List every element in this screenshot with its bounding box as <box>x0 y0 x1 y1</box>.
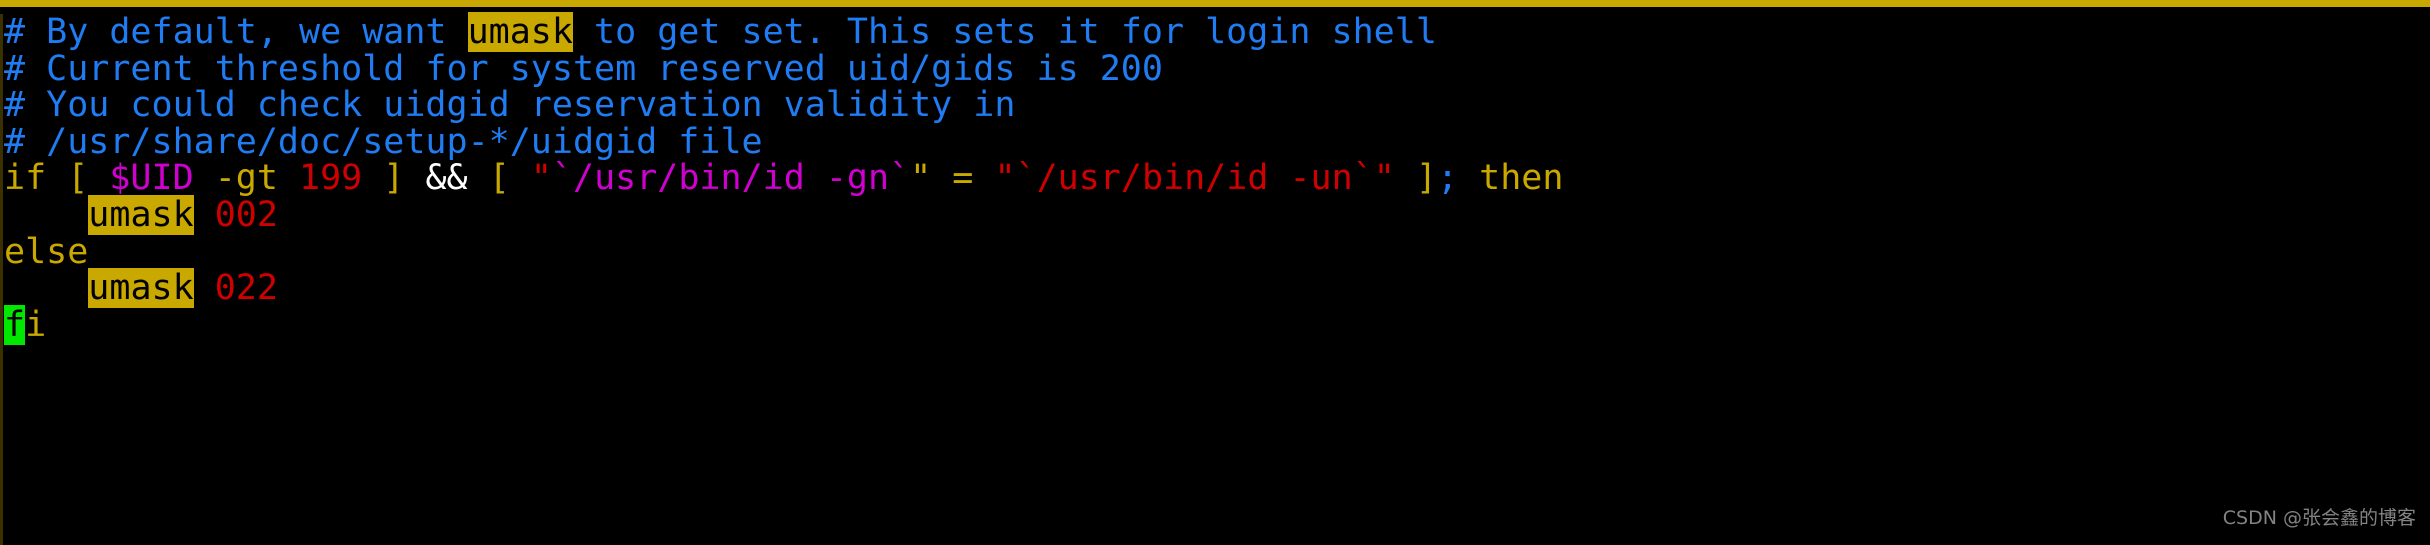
code-token: ; <box>1436 158 1459 199</box>
code-line[interactable]: # Current threshold for system reserved … <box>0 48 2430 89</box>
code-line[interactable]: umask 022 <box>0 268 2430 309</box>
code-token: "`/usr/bin/id -un`" <box>994 158 1395 199</box>
code-token: 002 <box>214 194 278 235</box>
code-line[interactable]: if [ $UID -gt 199 ] && [ "`/usr/bin/id -… <box>0 160 2430 197</box>
code-token: " <box>910 158 932 199</box>
code-line[interactable]: fi <box>0 304 2430 345</box>
code-token: # By default, we want <box>4 12 468 52</box>
code-token: i <box>25 304 47 345</box>
code-token: " <box>530 158 552 199</box>
code-token: if [ <box>4 158 110 199</box>
code-token: # /usr/share/doc/setup-*/uidgid file <box>4 121 763 162</box>
code-token: # You could check uidgid reservation val… <box>4 85 1016 126</box>
code-line[interactable]: # You could check uidgid reservation val… <box>0 87 2430 124</box>
code-token: 199 <box>299 158 363 199</box>
code-token: then <box>1458 158 1564 199</box>
code-token: -gt <box>193 158 300 199</box>
code-line[interactable]: umask 002 <box>0 194 2430 235</box>
search-match-highlight: umask <box>88 194 194 235</box>
csdn-watermark: CSDN @张会鑫的博客 <box>2222 507 2416 529</box>
code-token: to get set. This sets it for login shell <box>572 12 1437 52</box>
code-token: 022 <box>214 268 278 309</box>
code-token: = <box>931 158 995 199</box>
code-line[interactable]: # /usr/share/doc/setup-*/uidgid file <box>0 121 2430 162</box>
code-token: # Current threshold for system reserved … <box>4 48 1163 89</box>
code-token: else <box>4 231 89 272</box>
search-match-highlight: umask <box>467 12 573 52</box>
terminal-window: # By default, we want umask to get set. … <box>0 0 2430 545</box>
code-line[interactable]: # By default, we want umask to get set. … <box>0 12 2430 52</box>
code-token: && <box>425 158 468 199</box>
code-token: ] <box>362 158 405 199</box>
code-token: $UID <box>109 158 194 199</box>
code-line[interactable]: else <box>0 231 2430 272</box>
block-cursor: f <box>4 304 26 345</box>
search-match-highlight: umask <box>88 268 194 309</box>
code-token: ] <box>1394 158 1437 199</box>
code-text-area[interactable]: # By default, we want umask to get set. … <box>0 12 2430 345</box>
code-token: `/usr/bin/id -gn` <box>551 158 911 199</box>
code-token: [ <box>467 158 531 199</box>
